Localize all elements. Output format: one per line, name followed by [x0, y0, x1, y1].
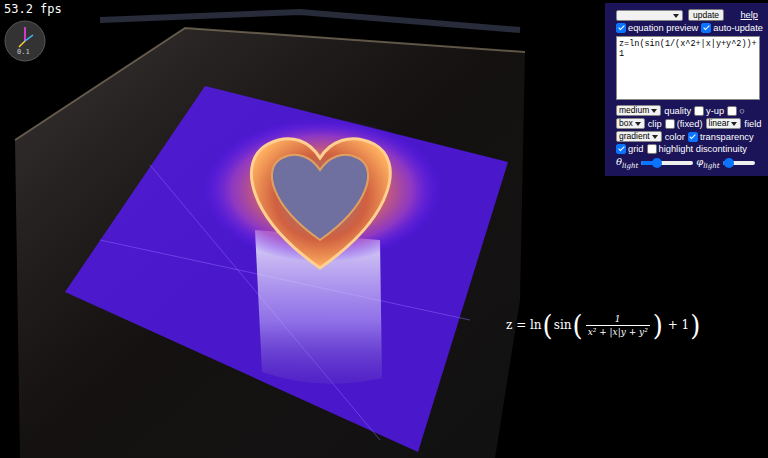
checkbox-box[interactable] [616, 23, 626, 33]
slider-label: θlight [616, 156, 638, 170]
equation-text: z = ln [506, 318, 542, 332]
numerator: 1 [613, 314, 623, 325]
checkbox[interactable]: y-up [694, 106, 724, 116]
checkbox-box[interactable] [665, 119, 675, 129]
dropdown[interactable] [616, 10, 683, 21]
parenthesis: ( [543, 311, 553, 340]
control-row: mediumquality y-up ○ [616, 105, 760, 116]
slider-subscript: light [622, 162, 638, 170]
checkbox[interactable]: (fixed) [665, 119, 703, 129]
checkbox[interactable]: equation preview [616, 23, 698, 33]
checkbox-box[interactable] [688, 132, 698, 142]
dropdown[interactable]: gradient [616, 131, 662, 142]
checkbox[interactable]: transparency [688, 132, 754, 142]
slider-thumb[interactable] [652, 158, 662, 168]
axis-scale-label: 0.1 [17, 48, 30, 56]
checkbox-box[interactable] [647, 144, 657, 154]
checkbox-box[interactable] [694, 106, 704, 116]
control-label: quality [664, 106, 691, 116]
slider-thumb[interactable] [724, 158, 734, 168]
slider-subscript: light [703, 162, 719, 170]
checkbox-box[interactable] [616, 144, 626, 154]
parenthesis: ( [572, 311, 582, 340]
control-row: z=ln(sin(1/(x^2+|x|y+y^2))+ 1 [616, 35, 760, 103]
slider-track[interactable] [723, 161, 755, 165]
checkbox[interactable]: auto-update [701, 23, 763, 33]
slider-label: φlight [696, 156, 719, 170]
control-panel: update help equation preview auto-update z=l… [605, 3, 768, 176]
help-link[interactable]: help [740, 10, 758, 20]
checkbox-label: ○ [739, 106, 745, 116]
update-button[interactable]: update [688, 9, 724, 21]
control-label: clip [648, 119, 662, 129]
control-row: boxclip (fixed)linearfield [616, 118, 760, 129]
equation-input[interactable]: z=ln(sin(1/(x^2+|x|y+y^2))+ 1 [616, 36, 760, 100]
checkbox-label: grid [628, 144, 644, 154]
parenthesis: ) [690, 311, 700, 340]
slider-symbol: φ [696, 156, 703, 167]
checkbox-label: auto-update [713, 23, 763, 33]
axis-gizmo-icon[interactable] [3, 19, 47, 63]
denominator: x² + |x|y + y² [586, 325, 650, 337]
equation-text: + 1 [664, 318, 689, 332]
equation-preview: z = ln(sin(1x² + |x|y + y²) + 1) [506, 312, 701, 338]
light-slider[interactable]: θlight [616, 156, 693, 170]
control-label: color [665, 132, 685, 142]
parenthesis: ) [653, 311, 663, 340]
slider-track[interactable] [641, 161, 693, 165]
light-slider[interactable]: φlight [696, 156, 754, 170]
equation-text: sin [554, 318, 572, 332]
control-row: update help [616, 9, 760, 21]
control-row: θlightφlight [616, 156, 760, 170]
checkbox[interactable]: ○ [727, 106, 745, 116]
checkbox-label: highlight discontinuity [659, 144, 747, 154]
checkbox-box[interactable] [727, 106, 737, 116]
fps-counter: 53.2 fps [4, 2, 62, 16]
dropdown[interactable]: medium [616, 105, 661, 116]
control-label: field [744, 119, 761, 129]
checkbox-label: equation preview [628, 23, 698, 33]
checkbox-label: (fixed) [677, 119, 703, 129]
control-row: gradientcolor transparency [616, 131, 760, 142]
checkbox[interactable]: highlight discontinuity [647, 144, 747, 154]
dropdown[interactable]: box [616, 118, 645, 129]
checkbox-label: y-up [706, 106, 724, 116]
checkbox-box[interactable] [701, 23, 711, 33]
slider-symbol: θ [616, 156, 622, 167]
checkbox-label: transparency [700, 132, 754, 142]
fraction: 1x² + |x|y + y² [586, 314, 650, 337]
control-row: equation preview auto-update [616, 23, 760, 33]
dropdown[interactable]: linear [706, 118, 742, 129]
control-row: grid highlight discontinuity [616, 144, 760, 154]
checkbox[interactable]: grid [616, 144, 644, 154]
